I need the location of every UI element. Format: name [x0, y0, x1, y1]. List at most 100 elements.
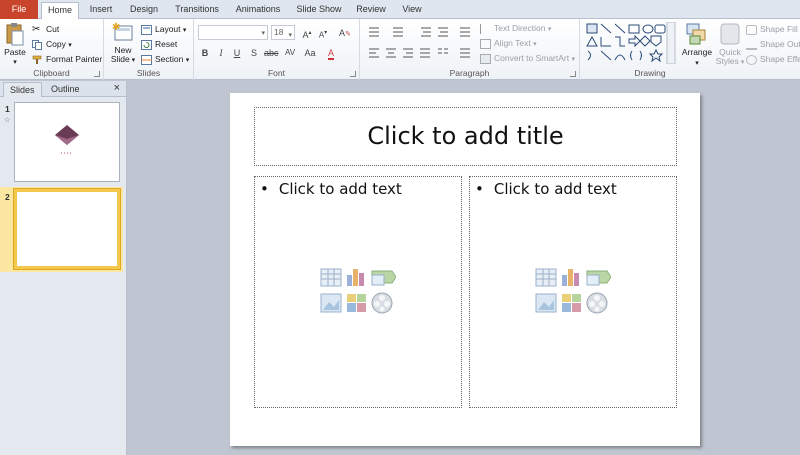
paint-bucket-icon [746, 24, 757, 35]
slide-number-1: 1 [5, 104, 10, 114]
slides-group-label: Slides [136, 68, 161, 78]
alignment-buttons-icon[interactable] [366, 47, 476, 59]
right-insert-content-icons [535, 268, 611, 314]
paragraph-group: Text Direction Align Text Convert to Sma… [360, 19, 580, 80]
grow-font-button[interactable]: A▴ [300, 26, 314, 40]
shrink-font-button[interactable]: A▾ [316, 26, 330, 40]
left-placeholder-text: Click to add text [260, 180, 402, 198]
align-text-button[interactable]: Align Text [480, 36, 537, 50]
paste-icon [6, 23, 24, 46]
change-case-button[interactable]: Aa [303, 46, 317, 60]
tab-design[interactable]: Design [125, 2, 163, 19]
quick-styles-icon [720, 23, 740, 45]
insert-clip-art-icon[interactable] [562, 294, 581, 312]
paste-button[interactable]: Paste [2, 22, 28, 67]
copy-icon [32, 39, 42, 50]
italic-button[interactable]: I [214, 46, 228, 60]
cut-button[interactable]: ✂ Cut [32, 22, 59, 36]
shape-effects-button[interactable]: Shape Effe [746, 52, 800, 66]
title-placeholder[interactable]: Click to add title [254, 107, 677, 166]
insert-chart-icon[interactable] [347, 269, 364, 286]
font-launcher-icon[interactable] [350, 71, 356, 77]
insert-clip-art-icon[interactable] [347, 294, 366, 312]
underline-button[interactable]: U [230, 46, 244, 60]
format-painter-button[interactable]: Format Painter [32, 52, 102, 66]
paste-dropdown-icon[interactable] [13, 56, 17, 66]
arrange-button[interactable]: Arrange [680, 22, 714, 68]
quick-styles-label-2: Styles [716, 56, 745, 66]
clear-formatting-button[interactable]: A✎ [338, 26, 352, 40]
insert-table-icon[interactable] [320, 268, 342, 287]
strikethrough-button[interactable]: abc [264, 46, 279, 60]
left-insert-content-icons [320, 268, 396, 314]
new-slide-icon: ✱ [112, 22, 133, 41]
new-slide-button[interactable]: ✱ New Slide [108, 22, 138, 65]
insert-media-icon[interactable] [586, 292, 608, 314]
quick-styles-button[interactable]: Quick Styles [714, 22, 746, 67]
clipboard-launcher-icon[interactable] [94, 71, 100, 77]
bold-button[interactable]: B [198, 46, 212, 60]
section-icon [141, 54, 152, 65]
pane-tabs: Slides Outline × [0, 81, 126, 97]
tab-slides[interactable]: Slides [3, 82, 42, 97]
text-direction-label: Text Direction [494, 23, 546, 33]
section-label: Section [155, 54, 184, 64]
insert-smartart-icon[interactable] [586, 270, 611, 286]
tab-insert[interactable]: Insert [83, 2, 119, 19]
new-slide-label-2: Slide [111, 54, 135, 64]
right-content-placeholder[interactable]: Click to add text [469, 176, 677, 408]
convert-smartart-label: Convert to SmartArt [494, 53, 570, 63]
font-color-button[interactable]: A [324, 46, 338, 60]
layout-icon [141, 24, 152, 35]
close-pane-icon[interactable]: × [114, 82, 120, 94]
layout-label: Layout [155, 24, 181, 34]
font-size-select[interactable]: 18 ▾ [271, 25, 295, 40]
arrange-label: Arrange [682, 47, 712, 67]
insert-picture-icon[interactable] [535, 293, 557, 313]
tab-animations[interactable]: Animations [230, 2, 286, 19]
paragraph-launcher-icon[interactable] [570, 71, 576, 77]
pen-icon [746, 40, 757, 50]
tab-view[interactable]: View [396, 2, 428, 19]
paintbrush-icon [32, 55, 42, 64]
tab-home[interactable]: Home [41, 2, 79, 20]
section-button[interactable]: Section [141, 52, 189, 66]
convert-smartart-button[interactable]: Convert to SmartArt [480, 51, 575, 65]
insert-smartart-icon[interactable] [371, 270, 396, 286]
insert-picture-icon[interactable] [320, 293, 342, 313]
insert-media-icon[interactable] [371, 292, 393, 314]
font-group-label: Font [267, 68, 285, 78]
slide-number-2-label: 2 [5, 192, 10, 202]
slide-thumbnail-2[interactable] [14, 189, 120, 269]
insert-table-icon[interactable] [535, 268, 557, 287]
tab-review[interactable]: Review [352, 2, 390, 19]
reset-button[interactable]: Reset [141, 37, 177, 51]
smartart-icon [480, 53, 491, 64]
tab-transitions[interactable]: Transitions [170, 2, 224, 19]
tab-slide-show[interactable]: Slide Show [293, 2, 345, 19]
drawing-group: Arrange Quick Styles Shape Fill Shape Ou… [580, 19, 800, 80]
shadow-button[interactable]: S [247, 46, 261, 60]
tab-outline[interactable]: Outline [45, 82, 86, 97]
font-size-dropdown-icon: ▾ [288, 32, 292, 39]
clipboard-group: Paste ✂ Cut Copy Format Painter Clipboard [0, 19, 104, 80]
title-placeholder-text: Click to add title [367, 122, 564, 150]
svg-text:✱: ✱ [112, 22, 120, 33]
layout-button[interactable]: Layout [141, 22, 186, 36]
align-text-label: Align Text [494, 38, 531, 48]
shapes-gallery[interactable] [585, 22, 677, 64]
shape-fill-label: Shape Fill [760, 24, 798, 34]
tab-file[interactable]: File [0, 0, 38, 19]
slide-thumbnail-1[interactable] [14, 102, 120, 182]
shape-outline-button[interactable]: Shape Out [746, 37, 800, 51]
character-spacing-button[interactable]: AV [283, 46, 297, 60]
text-direction-button[interactable]: Text Direction [480, 21, 551, 35]
insert-chart-icon[interactable] [562, 269, 579, 286]
font-family-select[interactable]: ▾ [198, 25, 268, 40]
left-content-placeholder[interactable]: Click to add text [254, 176, 462, 408]
shape-fill-button[interactable]: Shape Fill [746, 22, 798, 36]
list-indent-buttons-icon[interactable] [366, 26, 476, 38]
copy-label: Copy [46, 39, 66, 49]
copy-button[interactable]: Copy [32, 37, 72, 51]
paragraph-group-label: Paragraph [449, 68, 490, 78]
